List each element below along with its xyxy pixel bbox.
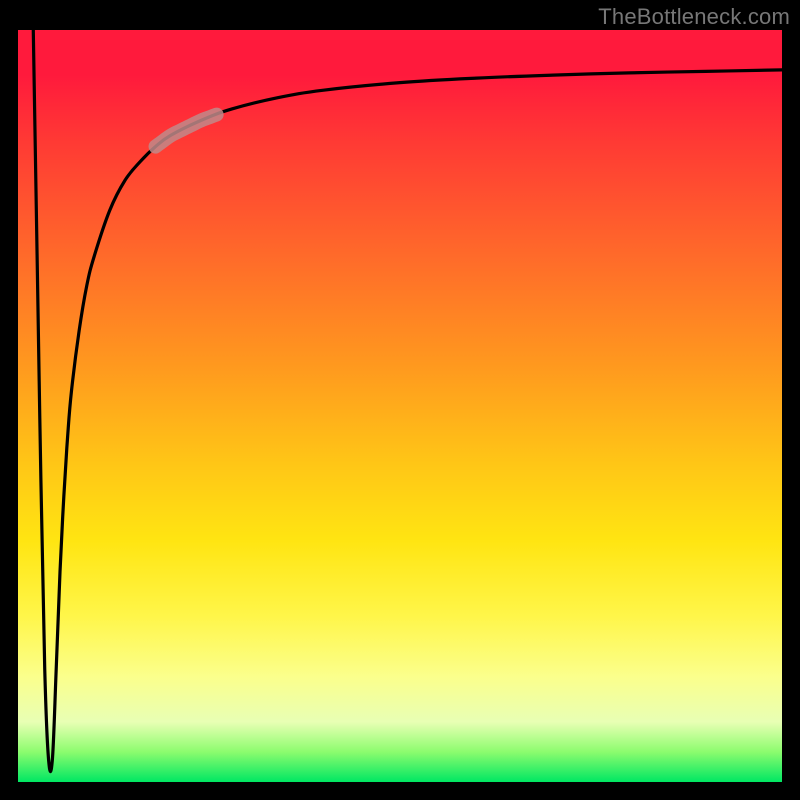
- plot-area: [18, 30, 782, 782]
- bottleneck-curve: [33, 30, 782, 772]
- curve-highlight: [156, 115, 217, 147]
- attribution-label: TheBottleneck.com: [598, 4, 790, 30]
- chart-frame: TheBottleneck.com: [0, 0, 800, 800]
- curve-svg: [18, 30, 782, 782]
